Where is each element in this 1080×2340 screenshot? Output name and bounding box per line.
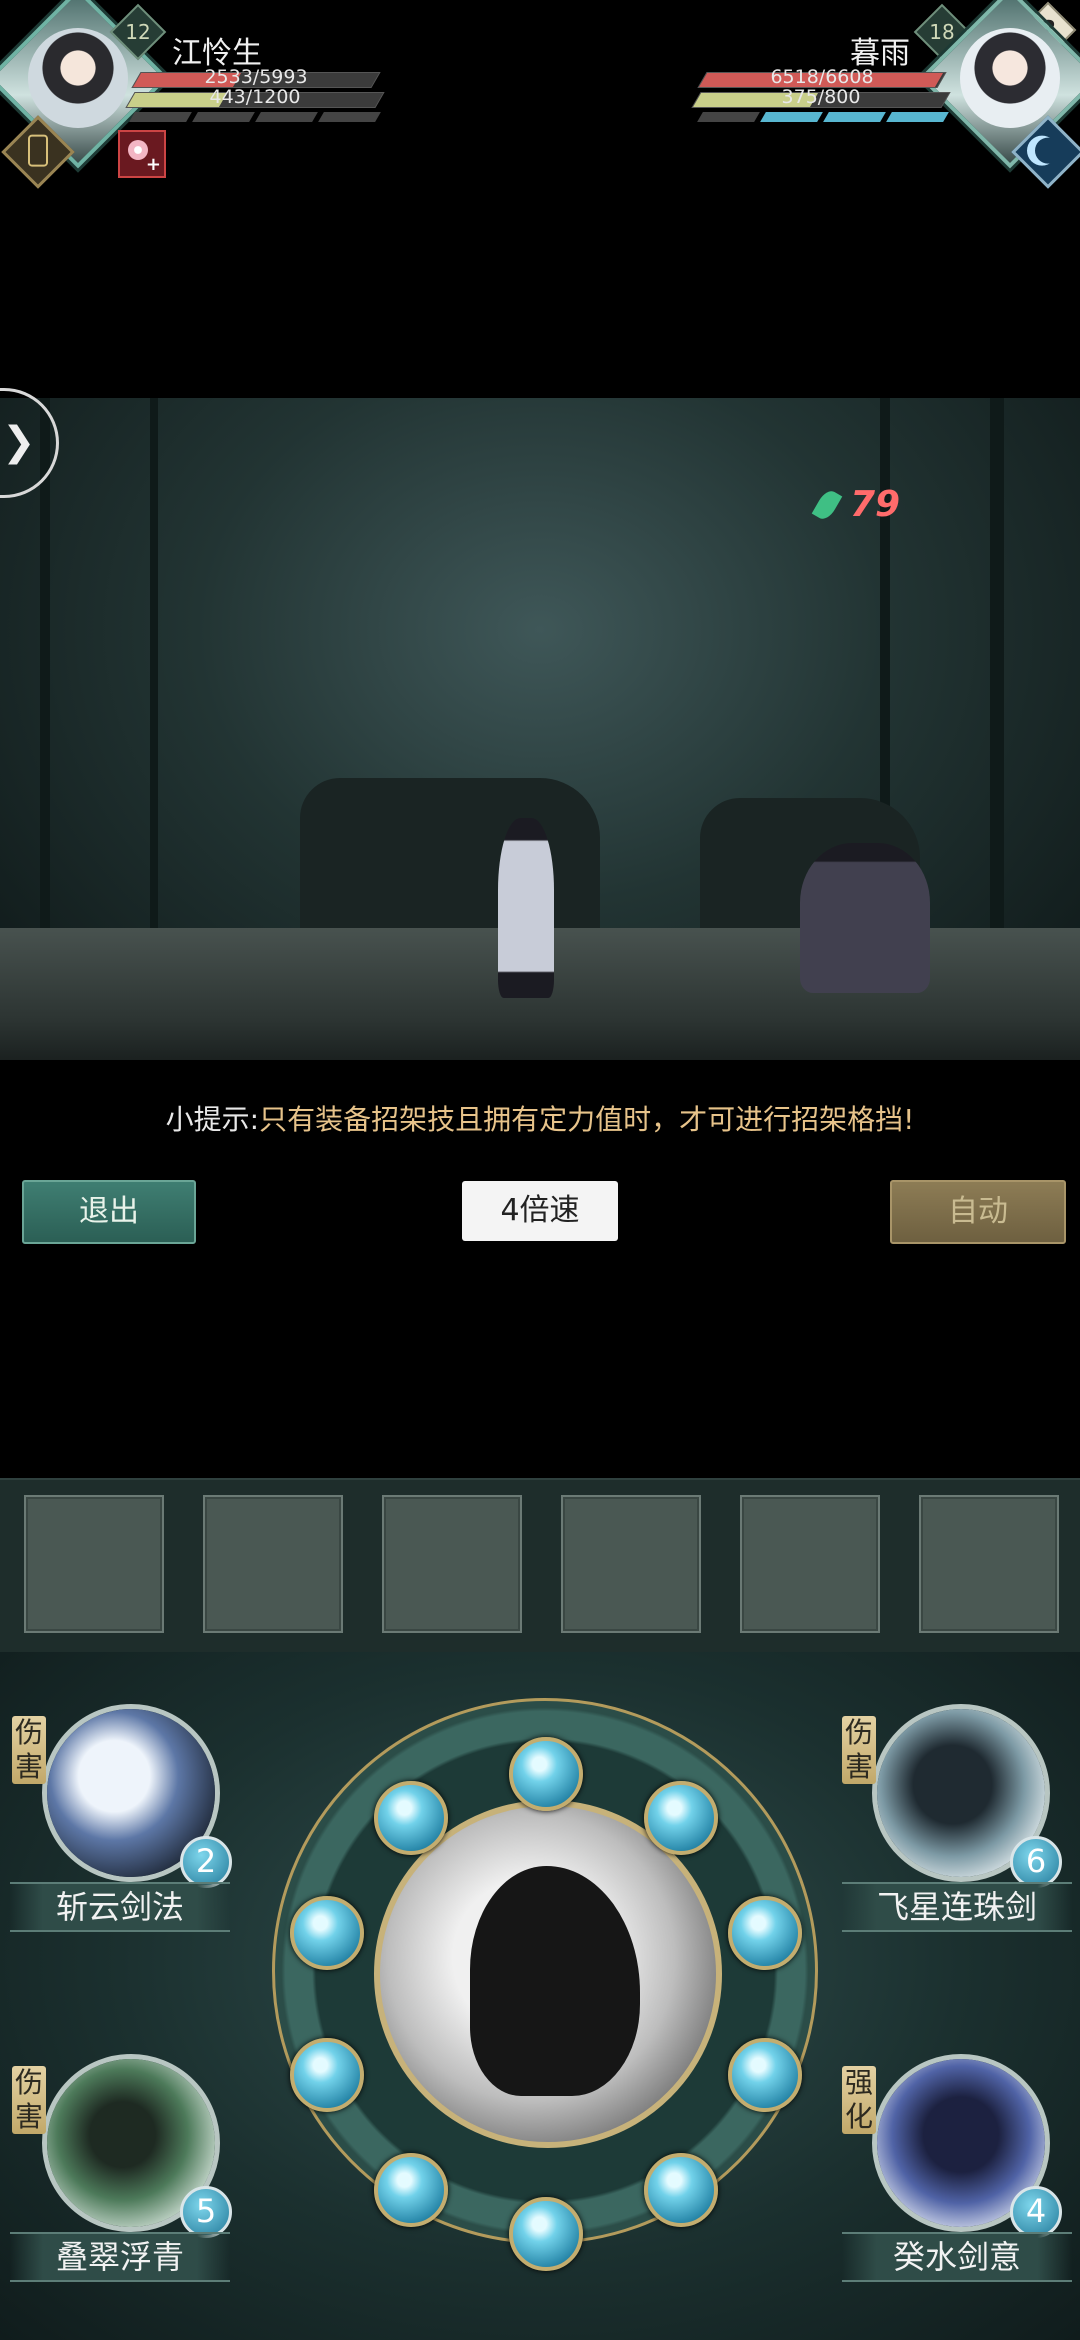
energy-orb (644, 1780, 719, 1855)
skill-count-badge: 5 (180, 2186, 232, 2238)
skill-name: 飞星连珠剑 (842, 1882, 1072, 1932)
player-stance-segments (129, 112, 381, 124)
enemy-mp-text: 375/800 (781, 86, 861, 108)
enemy-hp-text: 6518/6608 (770, 66, 874, 88)
damage-number: 79 (850, 484, 901, 525)
stance-segment (129, 112, 192, 122)
bamboo-stalk (990, 398, 1004, 938)
chevron-right-icon: ❯ (2, 419, 36, 465)
enemy-hud: 暮雨 18 ? 6518/6608 375/800 (660, 0, 1080, 190)
energy-orb (727, 1895, 802, 1970)
leaf-icon (811, 487, 843, 523)
player-mp-text: 443/1200 (209, 86, 301, 108)
skill-count-badge: 4 (1010, 2186, 1062, 2238)
skill-count-badge: 2 (180, 1836, 232, 1888)
skill-tag: 强化 (842, 2066, 876, 2134)
energy-orb (644, 2153, 719, 2228)
ultimate-skill-art (470, 1866, 640, 2096)
bamboo-stalk (150, 398, 158, 938)
stance-segment (823, 112, 886, 122)
stance-segment (760, 112, 823, 122)
background-rock (300, 778, 600, 938)
battle-scene: 79 (0, 398, 1080, 1060)
skill-name: 斩云剑法 (10, 1882, 230, 1932)
player-hp-text: 2533/5993 (204, 66, 308, 88)
action-slot[interactable] (740, 1495, 880, 1633)
action-slot[interactable] (24, 1495, 164, 1633)
auto-button[interactable]: 自动 (890, 1180, 1066, 1244)
skill-slot-4[interactable]: 强化 4 癸水剑意 (842, 2050, 1072, 2290)
skill-tag: 伤害 (12, 2066, 46, 2134)
tip-banner: 小提示:只有装备招架技且拥有定力值时，才可进行招架格挡! (0, 1098, 1080, 1138)
player-level: 12 (125, 20, 151, 44)
energy-orb (373, 1780, 448, 1855)
action-slot[interactable] (919, 1495, 1059, 1633)
energy-orb (509, 2197, 583, 2271)
skill-name: 叠翠浮青 (10, 2232, 230, 2282)
skill-count-badge: 6 (1010, 1836, 1062, 1888)
energy-orb (290, 2038, 365, 2113)
player-mp-bar: 443/1200 (125, 88, 385, 108)
enemy-mp-bar: 375/800 (691, 88, 951, 108)
skill-slot-2[interactable]: 伤害 6 飞星连珠剑 (842, 1700, 1072, 1940)
energy-orb (509, 1737, 583, 1811)
stance-segment (318, 112, 381, 122)
action-slot[interactable] (561, 1495, 701, 1633)
flower-plus-icon[interactable]: + (118, 130, 166, 178)
tip-text: 只有装备招架技且拥有定力值时，才可进行招架格挡! (259, 1103, 915, 1136)
tip-label: 小提示: (165, 1103, 260, 1136)
stance-segment (886, 112, 949, 122)
player-character (498, 818, 554, 998)
skill-tag: 伤害 (12, 1716, 46, 1784)
action-slot[interactable] (382, 1495, 522, 1633)
skill-slot-3[interactable]: 伤害 5 叠翠浮青 (10, 2050, 232, 2290)
skill-name: 癸水剑意 (842, 2232, 1072, 2282)
enemy-character (800, 843, 930, 993)
action-slot[interactable] (203, 1495, 343, 1633)
speed-button[interactable]: 4倍速 (462, 1181, 618, 1241)
skill-tag: 伤害 (842, 1716, 876, 1784)
stance-segment (697, 112, 760, 122)
player-hud: 12 江怜生 2533/5993 443/1200 + (0, 0, 420, 190)
skill-slot-1[interactable]: 伤害 2 斩云剑法 (10, 1700, 232, 1940)
energy-orb (373, 2153, 448, 2228)
energy-orb (290, 1895, 365, 1970)
stance-segment (192, 112, 255, 122)
stance-segment (255, 112, 318, 122)
enemy-stance-segments (697, 112, 949, 124)
exit-button[interactable]: 退出 (22, 1180, 196, 1244)
energy-orb (727, 2038, 802, 2113)
